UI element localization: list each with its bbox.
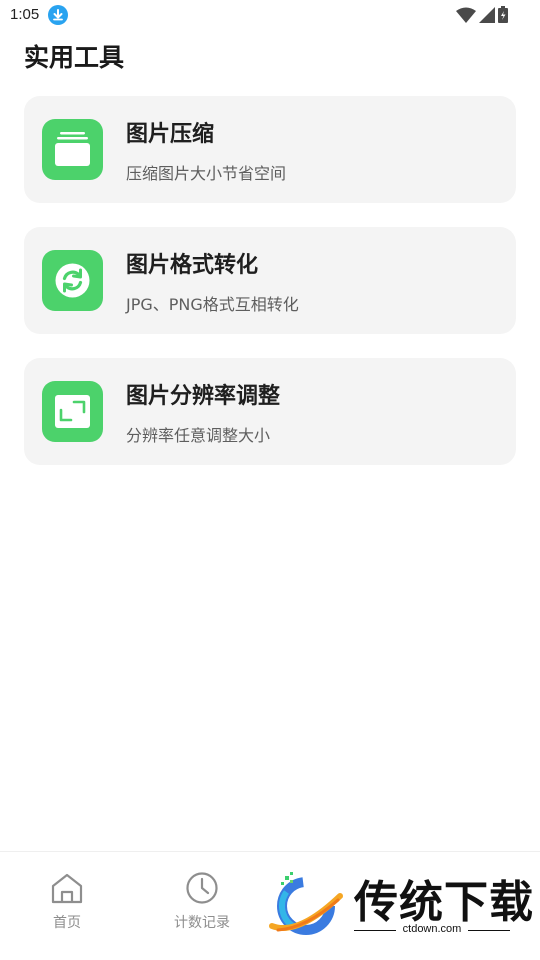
status-time: 1:05 [10,6,40,23]
tool-title: 图片压缩 [126,122,215,147]
tool-subtitle: JPG、PNG格式互相转化 [126,295,299,314]
tool-subtitle: 压缩图片大小节省空间 [126,164,287,183]
image-stack-icon [42,119,103,180]
tool-card-resolution[interactable]: 图片分辨率调整 分辨率任意调整大小 [24,358,516,465]
clock-icon [186,872,218,904]
status-icons [456,6,508,23]
home-icon [51,873,83,904]
tool-card-compress[interactable]: 图片压缩 压缩图片大小节省空间 [24,96,516,203]
nav-label: 首页 [53,915,81,931]
watermark-brand: 传统下载 [354,877,534,928]
watermark: 传统下载 ctdown.com [262,852,540,960]
wifi-icon [456,7,476,23]
battery-icon [498,6,508,23]
nav-item-home[interactable]: 首页 [22,870,112,932]
refresh-circle-icon [42,250,103,311]
watermark-logo [269,872,343,935]
tool-card-format-convert[interactable]: 图片格式转化 JPG、PNG格式互相转化 [24,227,516,334]
watermark-url: ctdown.com [354,923,510,935]
tool-subtitle: 分辨率任意调整大小 [126,426,271,445]
download-notification-icon [48,5,68,25]
tool-title: 图片分辨率调整 [126,384,281,409]
page-title: 实用工具 [24,43,125,72]
nav-item-count-records[interactable]: 计数记录 [157,870,247,932]
status-bar: 1:05 [0,0,540,32]
resize-corners-icon [42,381,103,442]
tool-title: 图片格式转化 [126,253,259,278]
signal-icon [479,6,495,23]
nav-label: 计数记录 [174,915,230,931]
